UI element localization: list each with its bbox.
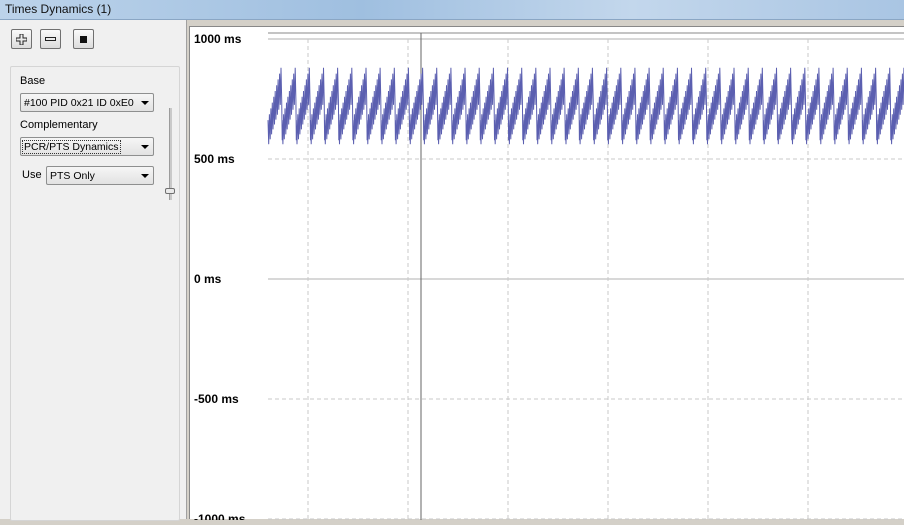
stop-square-icon bbox=[80, 36, 87, 43]
window-title: Times Dynamics (1) bbox=[5, 2, 112, 16]
chevron-down-icon bbox=[141, 101, 149, 105]
y-tick-label: -500 ms bbox=[194, 392, 239, 406]
base-select[interactable]: #100 PID 0x21 ID 0xE0 bbox=[20, 93, 154, 112]
complementary-select-value: PCR/PTS Dynamics bbox=[22, 140, 121, 154]
remove-button[interactable] bbox=[40, 29, 61, 49]
minus-icon bbox=[45, 37, 56, 41]
base-select-value: #100 PID 0x21 ID 0xE0 bbox=[24, 97, 134, 109]
vertical-slider-track[interactable] bbox=[169, 108, 172, 200]
window-titlebar: Times Dynamics (1) bbox=[0, 0, 904, 20]
use-select-value: PTS Only bbox=[50, 170, 95, 182]
chevron-down-icon bbox=[141, 145, 149, 149]
times-dynamics-chart[interactable]: 1000 ms 500 ms 0 ms -500 ms -1000 ms bbox=[189, 26, 904, 525]
control-panel: Base #100 PID 0x21 ID 0xE0 Complementary… bbox=[0, 20, 187, 521]
plus-icon bbox=[16, 34, 27, 45]
add-button[interactable] bbox=[11, 29, 32, 49]
chart-canvas: 1000 ms500 ms0 ms-500 ms-1000 ms bbox=[194, 32, 904, 525]
complementary-label: Complementary bbox=[20, 119, 98, 131]
base-label: Base bbox=[20, 75, 46, 87]
settings-group bbox=[10, 66, 180, 521]
stop-button[interactable] bbox=[73, 29, 94, 49]
series-line bbox=[267, 67, 904, 145]
use-label: Use bbox=[22, 169, 42, 181]
chevron-down-icon bbox=[141, 174, 149, 178]
y-tick-label: 500 ms bbox=[194, 152, 235, 166]
y-tick-label: 0 ms bbox=[194, 272, 222, 286]
y-tick-label: 1000 ms bbox=[194, 32, 242, 46]
complementary-select[interactable]: PCR/PTS Dynamics bbox=[20, 137, 154, 156]
vertical-slider-thumb[interactable] bbox=[165, 188, 175, 194]
use-select[interactable]: PTS Only bbox=[46, 166, 154, 185]
